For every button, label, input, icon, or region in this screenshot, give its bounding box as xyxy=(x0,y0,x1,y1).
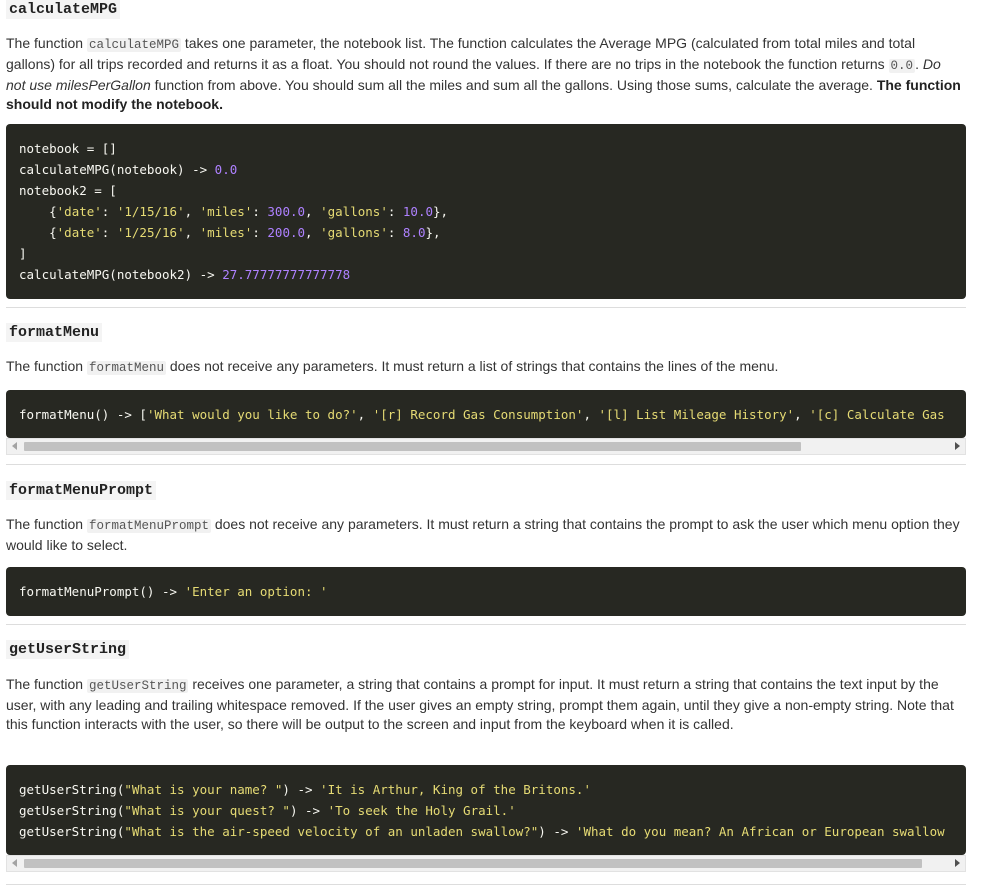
code-block-calculate-mpg: notebook = [] calculateMPG(notebook) -> … xyxy=(6,124,966,299)
inline-code: formatMenuPrompt xyxy=(86,519,211,533)
code-block-format-menu-prompt: formatMenuPrompt() -> 'Enter an option: … xyxy=(6,567,966,616)
code-line: calculateMPG(notebook2) -> 27.7777777777… xyxy=(19,267,351,282)
code-line: {'date': '1/25/16', 'miles': 200.0, 'gal… xyxy=(19,225,441,240)
inline-code: formatMenu xyxy=(86,361,166,375)
scroll-right-arrow-icon[interactable] xyxy=(955,859,960,867)
scrollbar-thumb[interactable] xyxy=(24,442,801,451)
scroll-right-arrow-icon[interactable] xyxy=(955,442,960,450)
section-divider xyxy=(6,884,966,885)
heading-format-menu-prompt: formatMenuPrompt xyxy=(6,481,157,500)
scroll-left-arrow-icon[interactable] xyxy=(12,442,17,450)
code-line: ] xyxy=(19,246,27,261)
description-get-user-string: The function getUserString receives one … xyxy=(6,676,954,732)
code-line: getUserString("What is your quest? ") ->… xyxy=(19,803,516,818)
horizontal-scrollbar[interactable] xyxy=(6,438,966,455)
code-line: notebook = [] xyxy=(19,141,117,156)
scrollbar-thumb[interactable] xyxy=(24,859,922,868)
section-divider xyxy=(6,307,966,308)
description-format-menu-prompt: The function formatMenuPrompt does not r… xyxy=(6,516,960,553)
description-calculate-mpg: The function calculateMPG takes one para… xyxy=(6,35,961,112)
code-line: notebook2 = [ xyxy=(19,183,117,198)
code-line: calculateMPG(notebook) -> 0.0 xyxy=(19,162,238,177)
horizontal-scrollbar[interactable] xyxy=(6,855,966,872)
section-divider xyxy=(6,464,966,465)
scroll-left-arrow-icon[interactable] xyxy=(12,859,17,867)
code-block-get-user-string: getUserString("What is your name? ") -> … xyxy=(6,765,966,855)
code-line: formatMenuPrompt() -> 'Enter an option: … xyxy=(19,584,328,599)
code-block-format-menu: formatMenu() -> ['What would you like to… xyxy=(6,390,966,438)
code-line: {'date': '1/15/16', 'miles': 300.0, 'gal… xyxy=(19,204,449,219)
code-line: formatMenu() -> ['What would you like to… xyxy=(19,407,945,422)
inline-code: calculateMPG xyxy=(86,38,181,52)
inline-code: getUserString xyxy=(86,679,189,693)
inline-code: 0.0 xyxy=(888,59,916,73)
heading-format-menu: formatMenu xyxy=(6,323,103,342)
heading-calculate-mpg: calculateMPG xyxy=(6,0,121,19)
description-format-menu: The function formatMenu does not receive… xyxy=(6,358,779,375)
section-divider xyxy=(6,624,966,625)
code-line: getUserString("What is the air-speed vel… xyxy=(19,824,945,839)
code-line: getUserString("What is your name? ") -> … xyxy=(19,782,591,797)
heading-get-user-string: getUserString xyxy=(6,640,130,659)
